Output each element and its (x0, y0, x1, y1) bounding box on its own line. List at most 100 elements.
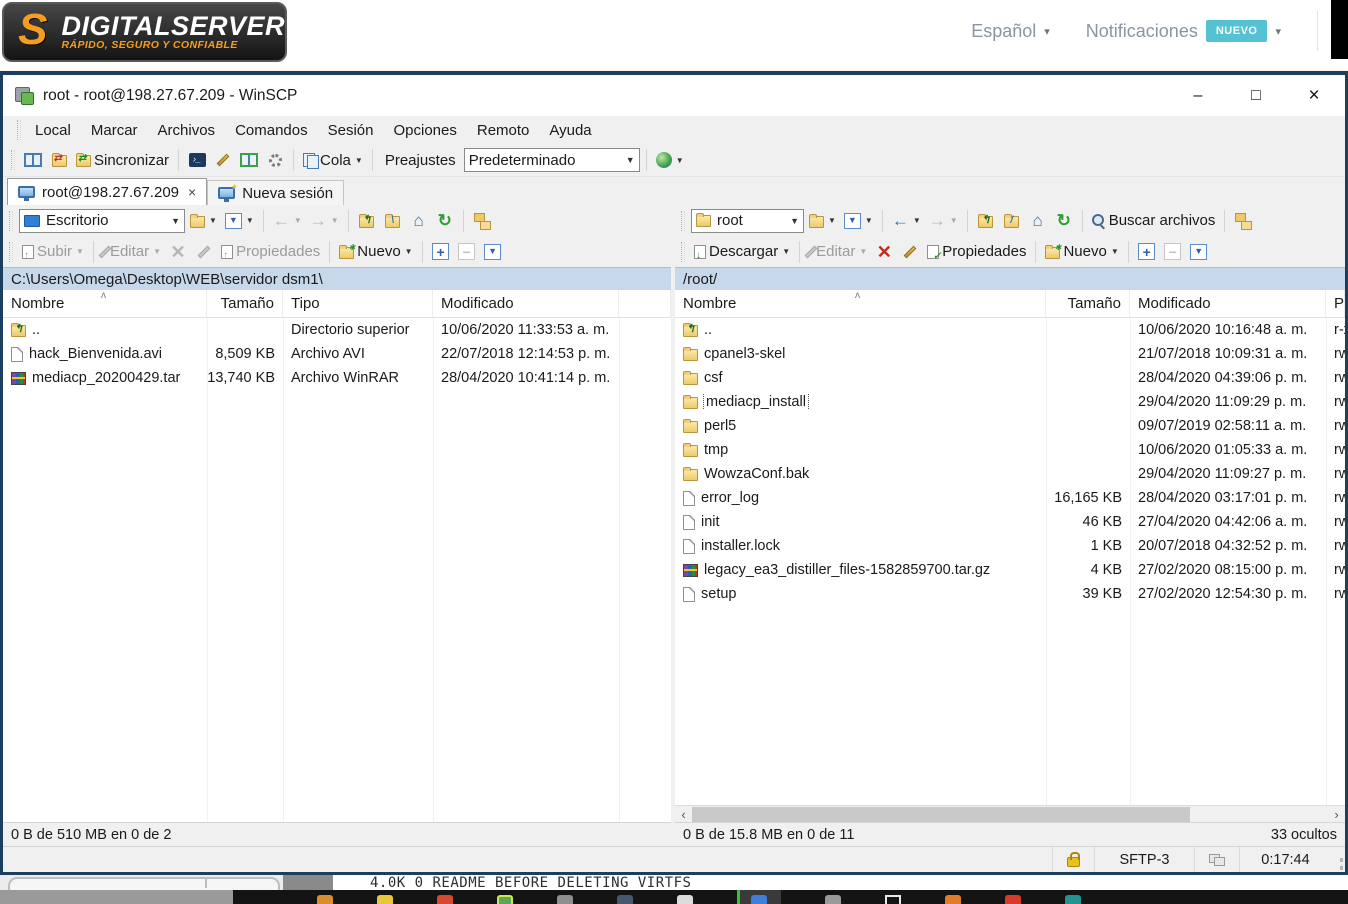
session-tab-active[interactable]: root@198.27.67.209 × (7, 178, 207, 205)
local-open-dir-button[interactable]: ▼ (187, 208, 220, 234)
upload-button[interactable]: Subir▼ (19, 239, 87, 265)
taskbar-icon[interactable] (317, 895, 333, 904)
remote-new-button[interactable]: Nuevo▼ (1042, 239, 1121, 265)
local-refresh-button[interactable]: ↻ (433, 208, 457, 234)
file-row[interactable]: mediacp_install29/04/2020 11:09:29 p. m.… (675, 390, 1345, 414)
find-files-button[interactable]: Buscar archivos (1089, 208, 1219, 234)
menu-local[interactable]: Local (25, 122, 81, 139)
taskbar-icon[interactable] (885, 895, 901, 904)
preset-selector[interactable]: Predeterminado ▼ (464, 148, 640, 172)
file-row[interactable]: legacy_ea3_distiller_files-1582859700.ta… (675, 558, 1345, 582)
remote-properties-button[interactable]: Propiedades (924, 239, 1029, 265)
local-new-button[interactable]: Nuevo▼ (336, 239, 415, 265)
column-header-size[interactable]: Tamaño (1046, 290, 1130, 317)
download-button[interactable]: Descargar▼ (691, 239, 793, 265)
taskbar-icon[interactable] (825, 895, 841, 904)
file-row[interactable]: WowzaConf.bak29/04/2020 11:09:27 p. m.rw… (675, 462, 1345, 486)
file-row[interactable]: tmp10/06/2020 01:05:33 a. m.rwx (675, 438, 1345, 462)
remote-home-button[interactable]: ⌂ (1026, 208, 1050, 234)
new-session-tab[interactable]: Nueva sesión (207, 180, 344, 205)
column-header-modified[interactable]: Modificado (1130, 290, 1326, 317)
local-edit-button[interactable]: Editar▼ (100, 239, 164, 265)
column-header-size[interactable]: Tamaño (207, 290, 283, 317)
taskbar-icon[interactable] (1005, 895, 1021, 904)
scroll-left-icon[interactable]: ‹ (675, 807, 692, 822)
menu-comandos[interactable]: Comandos (225, 122, 318, 139)
notifications-menu[interactable]: Notificaciones NUEVO ▾ (1086, 20, 1281, 42)
digitalserver-logo[interactable]: S DIGITALSERVER RÁPIDO, SEGURO Y CONFIAB… (2, 2, 287, 62)
scrollbar-thumb[interactable] (692, 807, 1190, 822)
remote-drive-selector[interactable]: root ▼ (691, 209, 804, 233)
local-unselect-button[interactable]: − (455, 239, 479, 265)
taskbar-icon[interactable] (437, 895, 453, 904)
remote-unselect-button[interactable]: − (1161, 239, 1185, 265)
remote-forward-button[interactable]: →▼ (926, 208, 961, 234)
local-parent-dir-button[interactable] (355, 208, 379, 234)
remote-horizontal-scrollbar[interactable]: ‹ › (675, 805, 1345, 822)
taskbar-icon[interactable] (945, 895, 961, 904)
close-tab-icon[interactable]: × (188, 184, 196, 200)
local-forward-button[interactable]: →▼ (307, 208, 342, 234)
minimize-button[interactable]: – (1191, 87, 1205, 105)
remote-refresh-button[interactable]: ↻ (1052, 208, 1076, 234)
taskbar-icon[interactable] (557, 895, 573, 904)
remote-invert-selection-button[interactable] (1187, 239, 1211, 265)
menu-marcar[interactable]: Marcar (81, 122, 148, 139)
close-button[interactable]: × (1307, 85, 1321, 107)
local-tree-button[interactable] (470, 208, 494, 234)
column-header-type[interactable]: Tipo (283, 290, 433, 317)
preferences-button[interactable] (263, 147, 287, 173)
remote-root-dir-button[interactable] (1000, 208, 1024, 234)
session-time-cell[interactable]: 0:17:44 (1239, 847, 1331, 872)
edit-command-button[interactable] (211, 147, 235, 173)
menu-opciones[interactable]: Opciones (383, 122, 466, 139)
file-row[interactable]: ..10/06/2020 10:16:48 a. m.r-x (675, 318, 1345, 342)
menu-remoto[interactable]: Remoto (467, 122, 540, 139)
column-header-name[interactable]: Nombre (675, 290, 1046, 317)
remote-parent-dir-button[interactable] (974, 208, 998, 234)
title-bar[interactable]: root - root@198.27.67.209 - WinSCP – □ × (3, 75, 1345, 116)
local-path-bar[interactable]: C:\Users\Omega\Desktop\WEB\servidor dsm1… (3, 267, 671, 290)
local-select-button[interactable]: + (429, 239, 453, 265)
compare-directories-button[interactable] (21, 147, 45, 173)
file-row[interactable]: installer.lock1 KB20/07/2018 04:32:52 p.… (675, 534, 1345, 558)
taskbar-icon[interactable] (497, 895, 513, 904)
local-properties-button[interactable]: Propiedades (218, 239, 323, 265)
maximize-button[interactable]: □ (1249, 87, 1263, 105)
local-home-button[interactable]: ⌂ (407, 208, 431, 234)
scroll-right-icon[interactable]: › (1328, 807, 1345, 822)
local-back-button[interactable]: ←▼ (270, 208, 305, 234)
column-header-modified[interactable]: Modificado (433, 290, 619, 317)
remote-edit-button[interactable]: Editar▼ (806, 239, 870, 265)
remote-tree-button[interactable] (1231, 208, 1255, 234)
file-row[interactable]: setup39 KB27/02/2020 12:54:30 p. m.rwx (675, 582, 1345, 606)
file-row[interactable]: ..Directorio superior10/06/2020 11:33:53… (3, 318, 671, 342)
open-terminal-button[interactable]: ›_ (185, 147, 209, 173)
site-manager-button[interactable]: ▼ (653, 147, 687, 173)
remote-delete-button[interactable]: ✕ (872, 239, 896, 265)
remote-path-bar[interactable]: /root/ (675, 267, 1345, 290)
taskbar-icon[interactable] (377, 895, 393, 904)
file-row[interactable]: hack_Bienvenida.avi8,509 KBArchivo AVI22… (3, 342, 671, 366)
transfer-settings-button[interactable] (237, 147, 261, 173)
local-rename-button[interactable] (192, 239, 216, 265)
protocol-cell[interactable]: SFTP-3 (1094, 847, 1194, 872)
taskbar-icon[interactable] (751, 895, 767, 904)
local-filter-button[interactable]: ▼ (222, 208, 257, 234)
file-row[interactable]: csf28/04/2020 04:39:06 p. m.rwx (675, 366, 1345, 390)
menu-sesin[interactable]: Sesión (318, 122, 384, 139)
remote-select-button[interactable]: + (1135, 239, 1159, 265)
column-header-perm[interactable]: Per (1326, 290, 1345, 317)
file-row[interactable]: cpanel3-skel21/07/2018 10:09:31 a. m.rwx (675, 342, 1345, 366)
synchronize-button[interactable]: Sincronizar (73, 147, 172, 173)
taskbar-icon[interactable] (617, 895, 633, 904)
taskbar-icon[interactable] (1065, 895, 1081, 904)
file-row[interactable]: mediacp_20200429.tar513,740 KBArchivo Wi… (3, 366, 671, 390)
encryption-cell[interactable] (1052, 847, 1094, 872)
connection-cell[interactable] (1194, 847, 1239, 872)
local-invert-selection-button[interactable] (481, 239, 505, 265)
menu-ayuda[interactable]: Ayuda (539, 122, 601, 139)
local-delete-button[interactable]: ✕ (166, 239, 190, 265)
local-drive-selector[interactable]: Escritorio ▼ (19, 209, 185, 233)
resize-grip[interactable] (1331, 858, 1343, 870)
